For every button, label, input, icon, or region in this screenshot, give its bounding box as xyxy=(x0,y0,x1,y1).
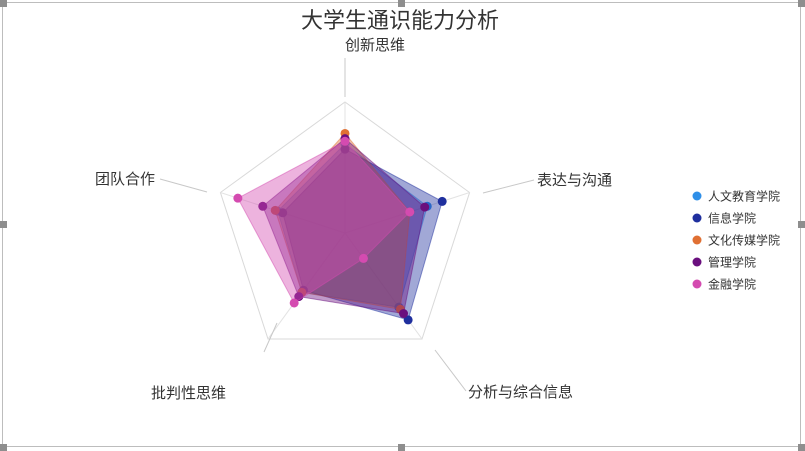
axis-label: 分析与综合信息 xyxy=(468,383,573,401)
radar-series xyxy=(233,128,447,325)
data-point[interactable] xyxy=(358,253,368,263)
axis-label: 表达与沟通 xyxy=(537,171,612,189)
axis-leader-line xyxy=(263,322,278,353)
legend-item[interactable]: 文化传媒学院 xyxy=(692,233,781,248)
legend-item[interactable]: 管理学院 xyxy=(692,255,757,270)
legend-marker xyxy=(692,235,702,245)
legend-marker xyxy=(692,279,702,289)
legend-marker xyxy=(692,257,702,267)
legend-item[interactable]: 信息学院 xyxy=(692,211,757,226)
legend-label: 信息学院 xyxy=(708,211,756,226)
legend: 人文教育学院信息学院文化传媒学院管理学院金融学院 xyxy=(692,189,781,292)
data-point[interactable] xyxy=(289,298,299,308)
legend-marker xyxy=(692,191,702,201)
data-point[interactable] xyxy=(399,309,409,319)
legend-label: 人文教育学院 xyxy=(708,189,780,204)
data-point[interactable] xyxy=(233,193,243,203)
data-point[interactable] xyxy=(420,202,430,212)
axis-label: 创新思维 xyxy=(345,36,405,54)
data-point[interactable] xyxy=(405,207,415,217)
legend-label: 文化传媒学院 xyxy=(708,233,780,248)
axis-label: 团队合作 xyxy=(95,170,155,188)
legend-label: 金融学院 xyxy=(708,277,756,292)
legend-item[interactable]: 金融学院 xyxy=(692,277,757,292)
axis-leader-line xyxy=(434,349,467,392)
axis-label: 批判性思维 xyxy=(151,384,226,402)
data-point[interactable] xyxy=(437,196,447,206)
chart-title: 大学生通识能力分析 xyxy=(301,9,499,34)
axis-leader-line xyxy=(159,178,208,193)
legend-label: 管理学院 xyxy=(708,255,756,270)
legend-marker xyxy=(692,213,702,223)
axis-leader-line xyxy=(482,179,535,194)
data-point[interactable] xyxy=(340,136,350,146)
legend-item[interactable]: 人文教育学院 xyxy=(692,189,781,204)
radar-chart: 大学生通识能力分析 创新思维表达与沟通分析与综合信息 批判性思维 团队合作 人文教育… xyxy=(95,9,781,402)
